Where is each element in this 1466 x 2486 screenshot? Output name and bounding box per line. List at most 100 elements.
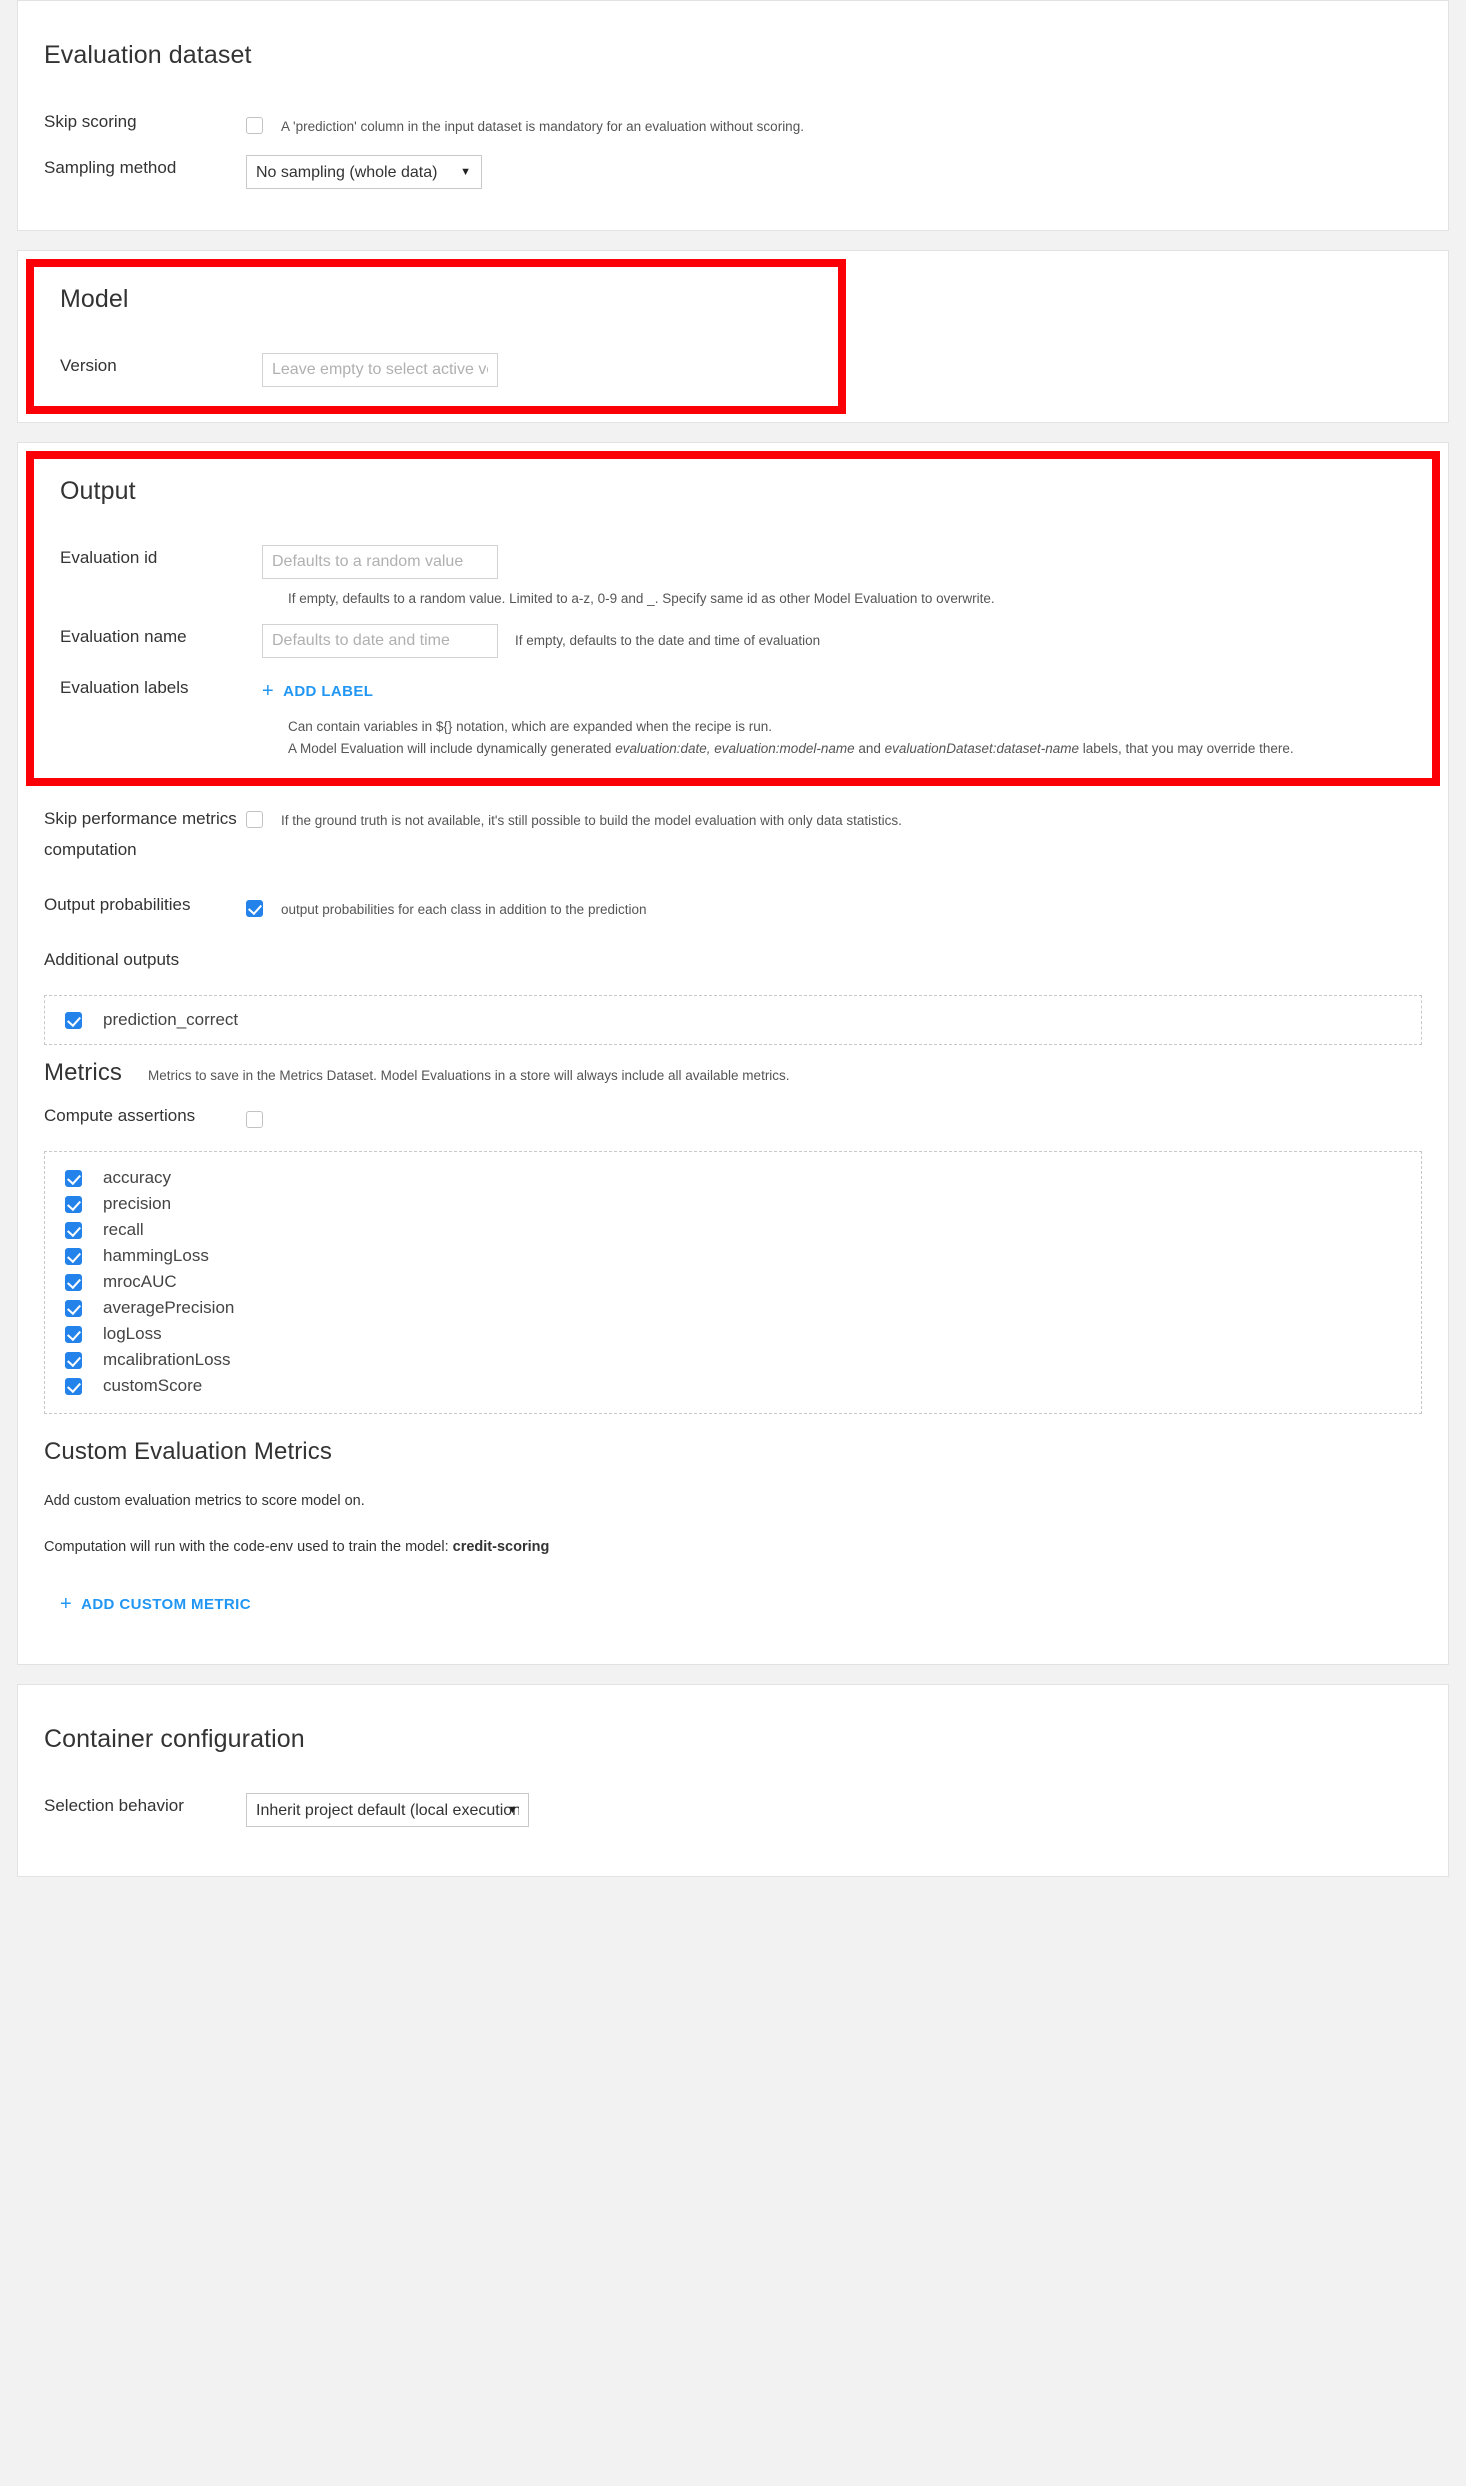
- list-item[interactable]: hammingLoss: [45, 1243, 1421, 1269]
- metric-precision-label: precision: [103, 1194, 172, 1213]
- model-title: Model: [60, 285, 129, 313]
- selection-behavior-label: Selection behavior: [44, 1796, 184, 1815]
- additional-outputs-row: Additional outputs: [18, 929, 1448, 981]
- model-highlight-box: Model Version: [26, 259, 846, 414]
- add-custom-metric-button[interactable]: + ADD CUSTOM METRIC: [60, 1588, 251, 1620]
- metric-accuracy-label: accuracy: [103, 1168, 172, 1187]
- evaluation-dataset-panel: Evaluation dataset Skip scoring A 'predi…: [17, 0, 1449, 231]
- model-panel: Model Version: [17, 250, 1449, 423]
- metric-logloss-checkbox[interactable]: [65, 1325, 82, 1343]
- compute-assertions-row: Compute assertions: [18, 1087, 1448, 1137]
- list-item[interactable]: accuracy: [45, 1165, 1421, 1191]
- labels-hint2-post: labels, that you may override there.: [1079, 741, 1294, 756]
- evaluation-labels-label: Evaluation labels: [60, 678, 189, 697]
- sampling-method-label: Sampling method: [44, 158, 177, 177]
- evaluation-name-label: Evaluation name: [60, 627, 187, 646]
- metric-precision-checkbox[interactable]: [65, 1195, 82, 1213]
- custom-metrics-description-1: Add custom evaluation metrics to score m…: [44, 1493, 365, 1509]
- metric-mcalibrationloss-label: mcalibrationLoss: [103, 1350, 231, 1369]
- container-configuration-panel: Container configuration Selection behavi…: [17, 1684, 1449, 1877]
- output-highlight-box: Output Evaluation id If empty, defaults …: [26, 451, 1440, 786]
- list-item[interactable]: averagePrecision: [45, 1295, 1421, 1321]
- skip-performance-metrics-label: Skip performance metrics computation: [44, 809, 237, 859]
- plus-icon: +: [60, 1593, 73, 1615]
- model-version-input[interactable]: [262, 353, 498, 387]
- selection-behavior-row: Selection behavior Inherit project defau…: [18, 1784, 1448, 1836]
- labels-hint2-pre: A Model Evaluation will include dynamica…: [288, 741, 616, 756]
- additional-outputs-label: Additional outputs: [44, 950, 180, 969]
- evaluation-id-row: Evaluation id: [34, 536, 1432, 588]
- metric-accuracy-checkbox[interactable]: [65, 1169, 82, 1187]
- metric-mrocauc-label: mrocAUC: [103, 1272, 177, 1291]
- selection-behavior-select[interactable]: Inherit project default (local execution…: [246, 1793, 529, 1827]
- custom-metrics-codeenv-name: credit-scoring: [452, 1539, 550, 1555]
- plus-icon: +: [262, 680, 275, 702]
- list-item[interactable]: mrocAUC: [45, 1269, 1421, 1295]
- evaluation-labels-hint-2: A Model Evaluation will include dynamica…: [34, 738, 1432, 760]
- model-version-row: Version: [34, 344, 838, 396]
- metric-recall-label: recall: [103, 1220, 144, 1239]
- sampling-method-select[interactable]: No sampling (whole data): [246, 155, 482, 189]
- metrics-title: Metrics: [44, 1059, 123, 1086]
- metric-averageprecision-checkbox[interactable]: [65, 1299, 82, 1317]
- custom-metrics-codeenv-pre: Computation will run with the code-env u…: [44, 1539, 453, 1555]
- metric-customscore-label: customScore: [103, 1376, 203, 1395]
- add-label-button-text: ADD LABEL: [283, 682, 374, 700]
- metrics-group: accuracy precision recall hammingLoss mr…: [44, 1151, 1422, 1414]
- compute-assertions-label: Compute assertions: [44, 1106, 196, 1125]
- evaluation-labels-row: Evaluation labels + ADD LABEL: [34, 667, 1432, 716]
- skip-scoring-row: Skip scoring A 'prediction' column in th…: [18, 100, 1448, 146]
- recipe-settings-page: Evaluation dataset Skip scoring A 'predi…: [0, 0, 1466, 2486]
- prediction-correct-label: prediction_correct: [103, 1010, 239, 1029]
- custom-evaluation-metrics-title: Custom Evaluation Metrics: [44, 1438, 332, 1465]
- evaluation-id-input[interactable]: [262, 545, 498, 579]
- compute-assertions-checkbox[interactable]: [246, 1111, 263, 1128]
- list-item[interactable]: recall: [45, 1217, 1421, 1243]
- list-item[interactable]: prediction_correct: [45, 1007, 1421, 1033]
- list-item[interactable]: mcalibrationLoss: [45, 1347, 1421, 1373]
- prediction-correct-checkbox[interactable]: [65, 1011, 82, 1029]
- skip-scoring-checkbox[interactable]: [246, 117, 263, 134]
- evaluation-name-row: Evaluation name If empty, defaults to th…: [34, 610, 1432, 667]
- output-probabilities-row: Output probabilities output probabilitie…: [18, 874, 1448, 929]
- labels-hint2-em2: evaluationDataset:dataset-name: [884, 741, 1080, 756]
- sampling-method-row: Sampling method No sampling (whole data)…: [18, 146, 1448, 198]
- add-custom-metric-button-text: ADD CUSTOM METRIC: [81, 1595, 251, 1613]
- metric-averageprecision-label: averagePrecision: [103, 1298, 235, 1317]
- skip-performance-metrics-checkbox[interactable]: [246, 811, 263, 828]
- evaluation-dataset-title: Evaluation dataset: [44, 41, 252, 69]
- metric-logloss-label: logLoss: [103, 1324, 162, 1343]
- output-probabilities-label: Output probabilities: [44, 895, 191, 914]
- skip-performance-metrics-help: If the ground truth is not available, it…: [281, 813, 902, 828]
- list-item[interactable]: customScore: [45, 1373, 1421, 1399]
- metric-hammingloss-label: hammingLoss: [103, 1246, 209, 1265]
- labels-hint2-mid: and: [854, 741, 885, 756]
- output-panel: Output Evaluation id If empty, defaults …: [17, 442, 1449, 1665]
- add-label-button[interactable]: + ADD LABEL: [262, 675, 373, 707]
- metric-mrocauc-checkbox[interactable]: [65, 1273, 82, 1291]
- evaluation-labels-hint-1: Can contain variables in ${} notation, w…: [288, 719, 773, 734]
- metrics-header: Metrics Metrics to save in the Metrics D…: [18, 1045, 1448, 1087]
- metric-mcalibrationloss-checkbox[interactable]: [65, 1351, 82, 1369]
- evaluation-name-hint: If empty, defaults to the date and time …: [515, 633, 821, 648]
- output-title: Output: [60, 477, 136, 505]
- evaluation-name-input[interactable]: [262, 624, 498, 658]
- output-probabilities-checkbox[interactable]: [246, 900, 263, 917]
- evaluation-id-label: Evaluation id: [60, 548, 158, 567]
- evaluation-id-help: If empty, defaults to a random value. Li…: [288, 591, 995, 606]
- model-version-label: Version: [60, 356, 117, 375]
- skip-scoring-label: Skip scoring: [44, 112, 137, 131]
- labels-hint2-em1: evaluation:date, evaluation:model-name: [615, 741, 855, 756]
- custom-metrics-description-2: Computation will run with the code-env u…: [18, 1530, 1448, 1558]
- output-probabilities-help: output probabilities for each class in a…: [281, 902, 647, 917]
- skip-performance-metrics-row: Skip performance metrics computation If …: [18, 794, 1448, 874]
- container-configuration-title: Container configuration: [44, 1725, 305, 1753]
- list-item[interactable]: logLoss: [45, 1321, 1421, 1347]
- additional-outputs-group: prediction_correct: [44, 995, 1422, 1045]
- skip-scoring-help: A 'prediction' column in the input datas…: [281, 119, 804, 134]
- metrics-note: Metrics to save in the Metrics Dataset. …: [148, 1068, 790, 1083]
- metric-customscore-checkbox[interactable]: [65, 1377, 82, 1395]
- list-item[interactable]: precision: [45, 1191, 1421, 1217]
- metric-hammingloss-checkbox[interactable]: [65, 1247, 82, 1265]
- metric-recall-checkbox[interactable]: [65, 1221, 82, 1239]
